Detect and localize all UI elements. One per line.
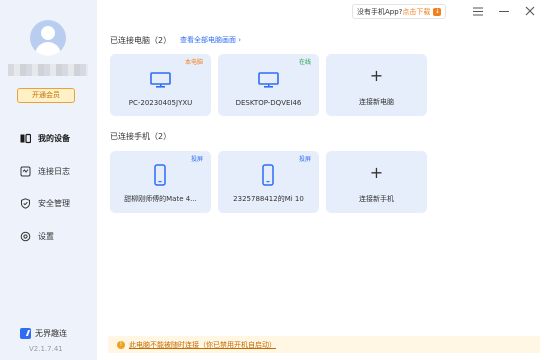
sidebar-item-log[interactable]: 连接日志 bbox=[0, 161, 97, 181]
brand: 无界趣连 bbox=[20, 328, 67, 339]
autostart-notice: ! 此电脑不能被随时连接（你已禁用开机自启动） bbox=[108, 336, 540, 353]
warning-icon: ! bbox=[117, 340, 125, 349]
close-icon bbox=[525, 6, 535, 16]
username-blurred bbox=[8, 64, 88, 76]
sidebar-item-security[interactable]: 安全管理 bbox=[0, 193, 97, 213]
avatar[interactable] bbox=[30, 20, 66, 56]
phone-name: 甜柳刚师傅的Mate 4... bbox=[124, 195, 197, 203]
minimize-button[interactable] bbox=[498, 5, 510, 17]
add-phone-card[interactable]: + 连接新手机 bbox=[326, 151, 427, 213]
pc-tag-online: 在线 bbox=[298, 59, 311, 66]
sidebar-item-devices[interactable]: 我的设备 bbox=[0, 128, 97, 148]
sidebar-item-label: 连接日志 bbox=[38, 166, 70, 176]
monitor-icon bbox=[150, 72, 171, 88]
sidebar: 开通会员 我的设备 连接日志 安全管理 设置 无界趣连 V2.1.7.41 bbox=[0, 0, 97, 360]
phone-card[interactable]: 投屏 2325788412的Mi 10 bbox=[218, 151, 319, 213]
add-pc-label: 连接新电脑 bbox=[359, 98, 394, 106]
sidebar-item-label: 我的设备 bbox=[38, 133, 70, 143]
pc-tag-this-computer: 本电脑 bbox=[184, 59, 203, 66]
pc-card[interactable]: 在线 DESKTOP-DQVEI46 bbox=[218, 54, 319, 116]
promo-question: 没有手机App? bbox=[357, 7, 403, 16]
view-all-pcs-link[interactable]: 查看全部电脑画面 › bbox=[180, 35, 241, 45]
phone-tag-cast[interactable]: 投屏 bbox=[191, 154, 203, 163]
shield-icon bbox=[20, 197, 31, 209]
plus-icon: + bbox=[369, 66, 384, 85]
download-app-promo[interactable]: 没有手机App? 点击下载 ↓ bbox=[352, 4, 447, 19]
sidebar-item-label: 安全管理 bbox=[38, 198, 70, 208]
download-icon: ↓ bbox=[433, 7, 442, 16]
log-icon bbox=[20, 166, 31, 177]
avatar-head-shape bbox=[41, 26, 55, 40]
sidebar-item-label: 设置 bbox=[38, 231, 54, 241]
promo-download-link[interactable]: 点击下载 bbox=[402, 7, 430, 17]
phone-icon bbox=[154, 164, 166, 186]
brand-logo-icon bbox=[20, 328, 31, 339]
pc-name: PC-20230405JYXU bbox=[128, 99, 193, 107]
avatar-body-shape bbox=[35, 42, 61, 56]
phone-section-title: 已连接手机（2） bbox=[110, 132, 172, 141]
gear-icon bbox=[20, 231, 31, 242]
pc-name: DESKTOP-DQVEI46 bbox=[235, 99, 302, 107]
monitor-icon bbox=[258, 72, 279, 88]
phone-icon bbox=[262, 164, 274, 186]
menu-icon bbox=[473, 7, 483, 15]
devices-icon bbox=[20, 133, 31, 144]
brand-name: 无界趣连 bbox=[35, 329, 67, 338]
add-pc-card[interactable]: + 连接新电脑 bbox=[326, 54, 427, 116]
pc-card[interactable]: 本电脑 PC-20230405JYXU bbox=[110, 54, 211, 116]
autostart-notice-link[interactable]: 此电脑不能被随时连接（你已禁用开机自启动） bbox=[129, 340, 276, 350]
app-version: V2.1.7.41 bbox=[29, 345, 63, 353]
add-phone-label: 连接新手机 bbox=[359, 195, 394, 203]
pc-section-title: 已连接电脑（2） bbox=[110, 36, 172, 45]
plus-icon: + bbox=[369, 163, 384, 182]
phone-card[interactable]: 投屏 甜柳刚师傅的Mate 4... bbox=[110, 151, 211, 213]
sidebar-item-settings[interactable]: 设置 bbox=[0, 226, 97, 246]
phone-tag-cast[interactable]: 投屏 bbox=[299, 154, 311, 163]
phone-name: 2325788412的Mi 10 bbox=[233, 195, 304, 203]
vip-button[interactable]: 开通会员 bbox=[17, 88, 75, 103]
menu-button[interactable] bbox=[472, 5, 484, 17]
close-button[interactable] bbox=[524, 5, 536, 17]
minimize-icon bbox=[499, 10, 509, 12]
